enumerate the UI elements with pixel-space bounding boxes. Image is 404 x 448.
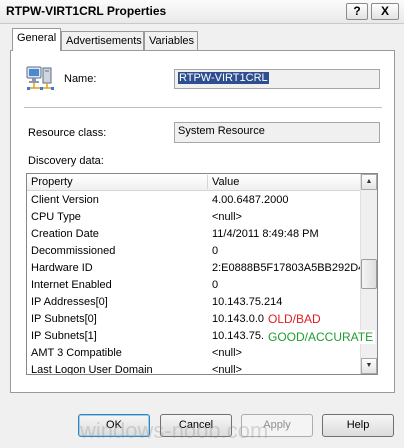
table-row[interactable]: Client Version 4.00.6487.2000 <box>27 192 361 209</box>
table-row[interactable]: AMT 3 Compatible <null> <box>27 345 361 362</box>
row-property: CPU Type <box>31 211 81 223</box>
row-property: Creation Date <box>31 228 99 240</box>
row-property: Decommissioned <box>31 245 116 257</box>
column-header-value[interactable]: Value <box>208 174 358 190</box>
computer-network-icon <box>26 66 54 90</box>
separator <box>24 107 382 109</box>
row-value: 10.143.75. <box>212 330 264 342</box>
row-property: Client Version <box>31 194 99 206</box>
name-label: Name: <box>64 73 97 85</box>
row-property: IP Addresses[0] <box>31 296 108 308</box>
watermark: windows-noob.com <box>80 418 269 443</box>
row-property: Internet Enabled <box>31 279 112 291</box>
row-property: AMT 3 Compatible <box>31 347 122 359</box>
table-row[interactable]: Last Logon User Domain <null> <box>27 362 361 375</box>
row-value: <null> <box>212 364 242 375</box>
scroll-thumb[interactable] <box>361 259 377 289</box>
table-row[interactable]: Internet Enabled 0 <box>27 277 361 294</box>
tab-advertisements[interactable]: Advertisements <box>61 31 144 50</box>
help-button[interactable]: Help <box>322 414 394 437</box>
discovery-data-grid[interactable]: Property Value Client Version 4.00.6487.… <box>26 173 378 375</box>
row-value: 2:E0888B5F17803A5BB292D4E <box>212 262 360 274</box>
row-property: Last Logon User Domain <box>31 364 153 375</box>
table-row[interactable]: Decommissioned 0 <box>27 243 361 260</box>
table-row[interactable]: CPU Type <null> <box>27 209 361 226</box>
row-value: 11/4/2011 8:49:48 PM <box>212 228 319 240</box>
table-row[interactable]: Hardware ID 2:E0888B5F17803A5BB292D4E <box>27 260 361 277</box>
tab-variables[interactable]: Variables <box>144 31 198 50</box>
name-field[interactable]: RTPW-VIRT1CRL <box>174 69 380 89</box>
annotation-good-accurate: GOOD/ACCURATE <box>266 330 376 344</box>
scroll-down-icon[interactable]: ▼ <box>361 358 377 374</box>
vertical-scrollbar[interactable]: ▲ ▼ <box>360 174 377 374</box>
resource-class-field[interactable]: System Resource <box>174 122 380 143</box>
row-value: 0 <box>212 279 219 291</box>
window-title: RTPW-VIRT1CRL Properties <box>6 4 167 18</box>
row-value: 4.00.6487.2000 <box>212 194 289 206</box>
row-property: IP Subnets[1] <box>31 330 97 342</box>
column-header-property[interactable]: Property <box>27 174 207 190</box>
discovery-data-label: Discovery data: <box>28 155 104 167</box>
row-value: 0 <box>212 245 219 257</box>
table-row[interactable]: Creation Date 11/4/2011 8:49:48 PM <box>27 226 361 243</box>
close-icon[interactable]: X <box>371 3 399 20</box>
annotation-old-bad: OLD/BAD <box>266 312 323 326</box>
row-property: IP Subnets[0] <box>31 313 97 325</box>
row-value: 10.143.0.0 <box>212 313 264 325</box>
resource-class-label: Resource class: <box>28 127 107 139</box>
row-value: <null> <box>212 347 242 359</box>
row-property: Hardware ID <box>31 262 93 274</box>
table-row[interactable]: IP Addresses[0] 10.143.75.214 <box>27 294 361 311</box>
name-value: RTPW-VIRT1CRL <box>178 72 269 84</box>
scroll-up-icon[interactable]: ▲ <box>361 174 377 190</box>
help-icon[interactable]: ? <box>346 3 368 20</box>
tab-general[interactable]: General <box>12 28 61 51</box>
row-value: <null> <box>212 211 242 223</box>
grid-header: Property Value <box>27 174 361 191</box>
row-value: 10.143.75.214 <box>212 296 283 308</box>
